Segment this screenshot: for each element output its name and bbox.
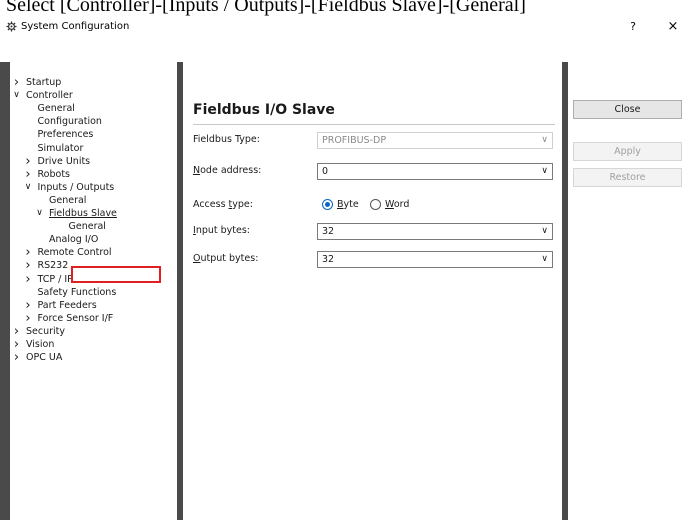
tree-item-label: TCP / IP [37, 273, 73, 285]
dialog-content: › Startup ∨ Controller General Configuration P… [0, 38, 682, 520]
tree-item-label: General [49, 194, 87, 206]
node-address-select[interactable]: 0 ∨ [317, 163, 553, 180]
restore-button[interactable]: Restore [573, 168, 682, 187]
input-bytes-select[interactable]: 32 ∨ [317, 223, 553, 240]
word-radio-label: Word [385, 199, 410, 210]
tree-item-label: Configuration [37, 116, 102, 128]
input-bytes-value: 32 [322, 226, 335, 237]
tree-item-label: General [68, 221, 106, 233]
node-address-label: Node address: [193, 165, 262, 176]
word-radio-button[interactable] [370, 199, 381, 210]
fieldbus-type-select: PROFIBUS-DP ∨ [317, 132, 553, 149]
window-close-button[interactable]: × [664, 19, 682, 35]
chevron-right-icon[interactable]: › [24, 259, 33, 272]
chevron-right-icon[interactable]: › [24, 155, 33, 168]
chevron-right-icon[interactable]: › [12, 76, 21, 89]
access-type-label: Access type: [193, 199, 253, 210]
chevron-down-icon[interactable]: ∨ [24, 181, 33, 194]
tree-item-label: Safety Functions [37, 286, 117, 298]
chevron-right-icon[interactable]: › [24, 312, 33, 325]
title-divider [193, 124, 555, 125]
chevron-down-icon: ∨ [541, 226, 548, 236]
tree-item-label: Simulator [37, 142, 84, 154]
tree-item-label: RS232 [37, 260, 69, 272]
tree-item-label: Startup [26, 77, 62, 88]
chevron-right-icon[interactable]: › [12, 338, 21, 351]
instruction-caption: Select [Controller]-[Inputs / Outputs]-[… [6, 0, 526, 16]
tree-item-label: Remote Control [37, 247, 112, 259]
chevron-right-icon[interactable]: › [24, 273, 33, 286]
chevron-down-icon: ∨ [541, 135, 548, 145]
tree-item-label: Fieldbus Slave [49, 208, 117, 219]
output-bytes-label: Output bytes: [193, 253, 259, 264]
byte-radio-label: Byte [337, 199, 359, 210]
chevron-down-icon[interactable]: ∨ [35, 207, 44, 220]
page-title: Fieldbus I/O Slave [193, 102, 335, 118]
chevron-right-icon[interactable]: › [24, 168, 33, 181]
left-splitter [0, 62, 10, 520]
tree-item-label: Analog I/O [49, 234, 99, 246]
tree-item-label: Inputs / Outputs [37, 181, 115, 193]
tree-item-label: Controller [26, 90, 73, 102]
title-bar: System Configuration ? × [0, 17, 682, 38]
tree-item-label: General [37, 103, 75, 115]
center-splitter[interactable] [177, 62, 183, 520]
selection-highlight-box [71, 266, 161, 283]
byte-radio-button[interactable] [322, 199, 333, 210]
chevron-right-icon[interactable]: › [12, 325, 21, 338]
output-bytes-select[interactable]: 32 ∨ [317, 251, 553, 268]
tree-item-label: Vision [26, 339, 55, 350]
tree-item-label: Part Feeders [37, 299, 97, 311]
tree-item-label: Force Sensor I/F [37, 312, 114, 324]
window-title: System Configuration [21, 21, 130, 32]
apply-button[interactable]: Apply [573, 142, 682, 161]
gear-icon [6, 21, 17, 32]
tree-item-label: Robots [37, 168, 71, 180]
chevron-down-icon: ∨ [541, 254, 548, 264]
chevron-down-icon: ∨ [541, 166, 548, 176]
fieldbus-type-label: Fieldbus Type: [193, 134, 260, 145]
chevron-right-icon[interactable]: › [12, 351, 21, 364]
tree-item-label: OPC UA [26, 352, 63, 364]
tree-item-label: Drive Units [37, 155, 91, 167]
tree-item-label: Preferences [37, 129, 94, 141]
node-address-value: 0 [322, 166, 329, 177]
fieldbus-type-value: PROFIBUS-DP [322, 135, 387, 146]
tree-item-label: Security [26, 325, 66, 337]
right-splitter[interactable] [562, 62, 568, 520]
chevron-down-icon[interactable]: ∨ [12, 89, 21, 102]
help-button[interactable]: ? [625, 19, 641, 35]
chevron-right-icon[interactable]: › [24, 299, 33, 312]
chevron-right-icon[interactable]: › [24, 246, 33, 259]
output-bytes-value: 32 [322, 254, 335, 265]
close-button[interactable]: Close [573, 100, 682, 119]
input-bytes-label: Input bytes: [193, 225, 251, 236]
system-configuration-window: System Configuration ? × › Startup ∨ Contro… [0, 17, 682, 520]
